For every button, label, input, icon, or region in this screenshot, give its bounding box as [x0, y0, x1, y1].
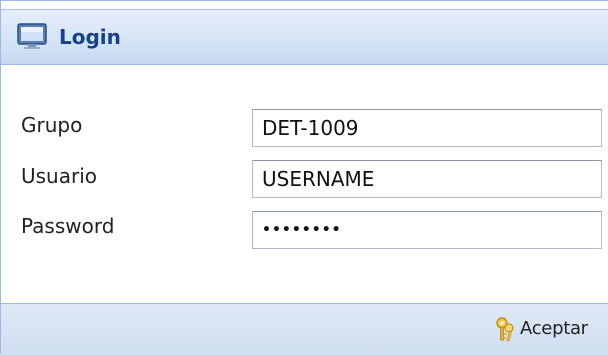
usuario-label: Usuario	[21, 164, 98, 188]
login-window: Login Grupo DET-1009 Usuario USERNAME Pa…	[0, 0, 608, 355]
window-title: Login	[59, 25, 121, 49]
usuario-input[interactable]: USERNAME	[252, 160, 602, 198]
password-label: Password	[21, 214, 115, 238]
footer-toolbar: Aceptar	[1, 303, 608, 355]
keys-icon	[494, 316, 516, 344]
accept-button[interactable]: Aceptar	[490, 314, 608, 346]
grupo-label: Grupo	[21, 113, 83, 137]
monitor-icon	[17, 22, 47, 50]
password-input[interactable]: ••••••••	[252, 211, 602, 249]
accept-label: Aceptar	[520, 318, 588, 339]
grupo-input[interactable]: DET-1009	[252, 109, 602, 147]
login-form: Grupo DET-1009 Usuario USERNAME Password…	[1, 65, 608, 303]
title-bar: Login	[1, 9, 608, 65]
